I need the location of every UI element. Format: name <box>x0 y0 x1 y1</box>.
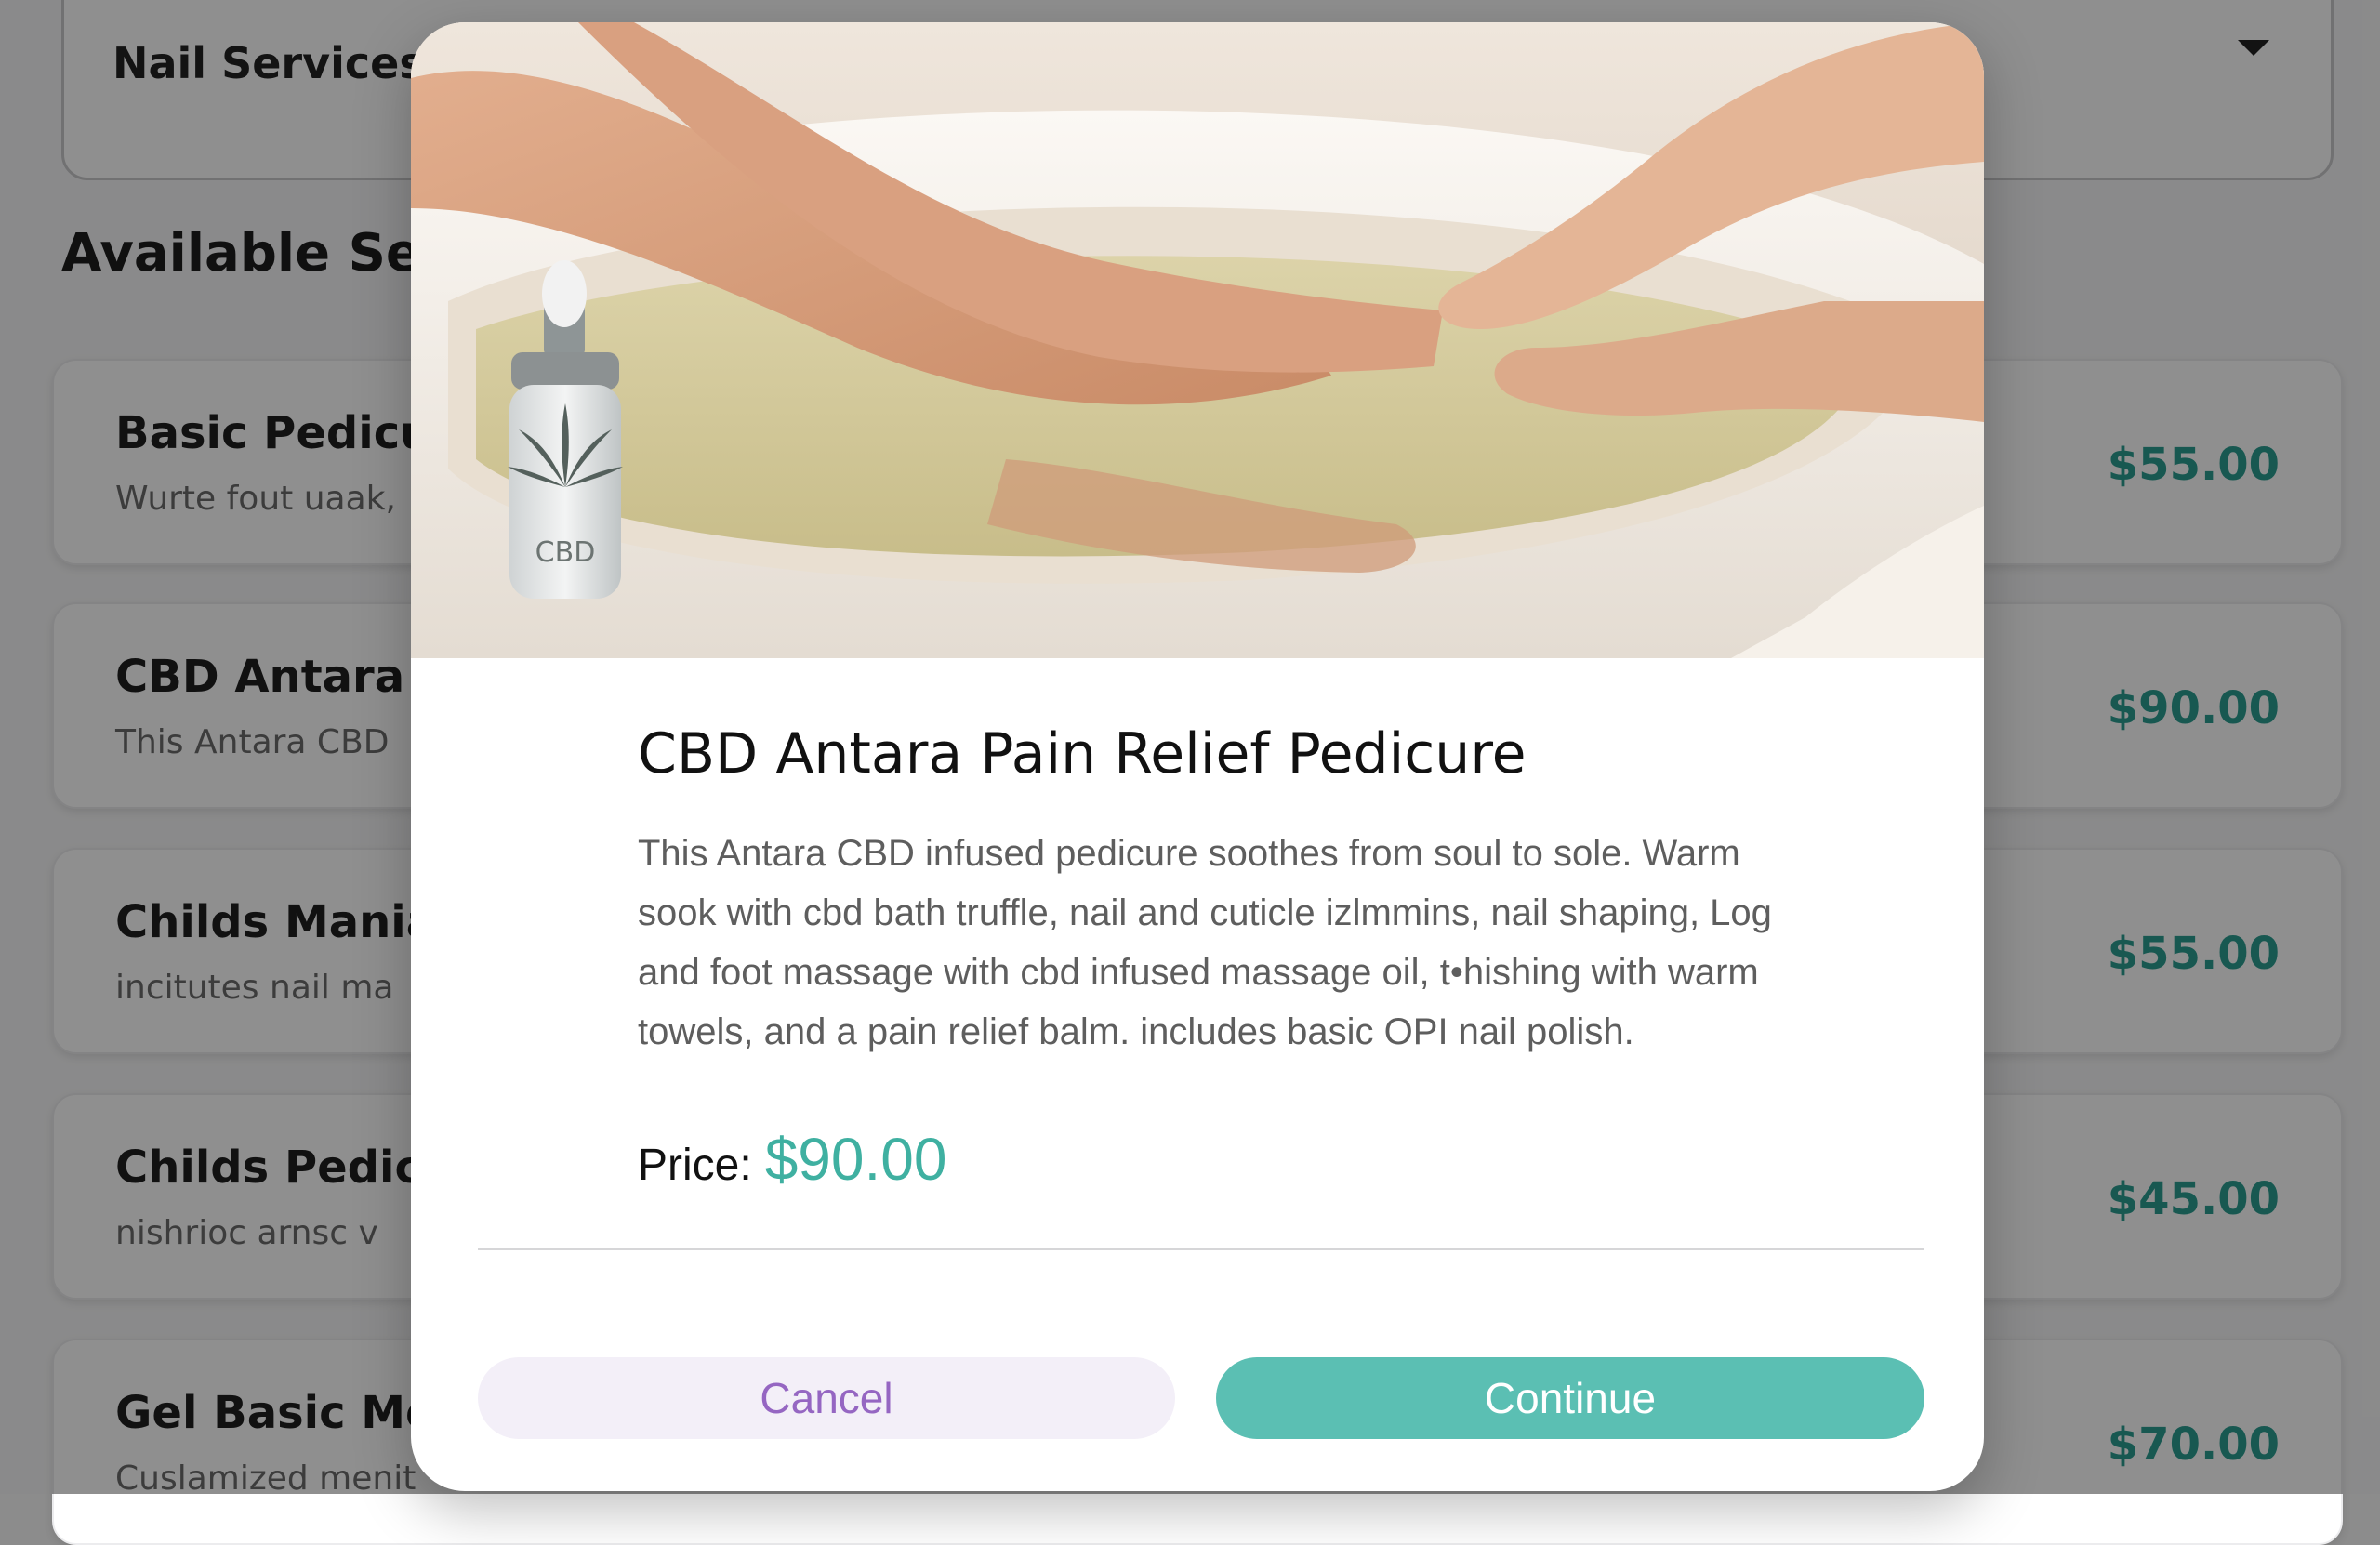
price-value: $90.00 <box>764 1126 947 1193</box>
bottle-label: CBD <box>536 536 596 569</box>
divider <box>478 1248 1924 1250</box>
modal-description: This Antara CBD infused pedicure soothes… <box>638 833 1772 1052</box>
price-label: Price: <box>638 1141 752 1190</box>
service-detail-modal: CBD CBD Antara Pain Relief Pedicure This… <box>411 22 1984 1491</box>
modal-title: CBD Antara Pain Relief Pedicure <box>638 721 1527 786</box>
continue-button[interactable]: Continue <box>1216 1357 1924 1439</box>
cancel-button[interactable]: Cancel <box>478 1357 1175 1439</box>
price-row: Price: $90.00 <box>638 1125 946 1199</box>
service-image: CBD <box>411 22 1984 658</box>
